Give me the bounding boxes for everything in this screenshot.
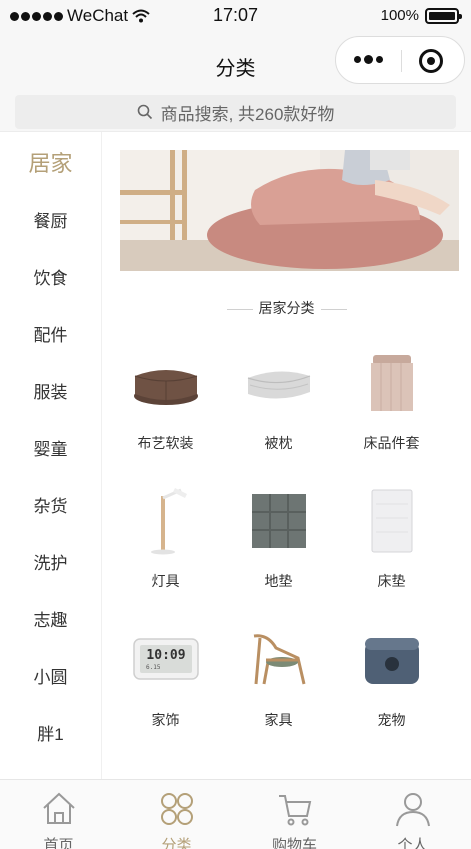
tab-category-label: 分类 bbox=[161, 837, 192, 849]
mini-program-capsule bbox=[335, 36, 465, 84]
lamp-icon bbox=[128, 483, 204, 559]
search-placeholder: 商品搜索, 共260款好物 bbox=[160, 104, 335, 124]
sidebar-item-food[interactable]: 饮食 bbox=[0, 264, 101, 289]
sidebar-item-clothing[interactable]: 服装 bbox=[0, 378, 101, 403]
tab-home[interactable]: 首页 bbox=[0, 780, 117, 849]
banner-image bbox=[120, 150, 459, 271]
battery-info: 100% bbox=[380, 7, 462, 24]
bedding-set-icon bbox=[354, 345, 430, 421]
sidebar-item-kitchen[interactable]: 餐厨 bbox=[0, 207, 101, 232]
sidebar-item-xiaoyuan[interactable]: 小圆 bbox=[0, 663, 101, 688]
category-item-decor[interactable]: 10:09 6.15 家饰 bbox=[109, 622, 222, 730]
category-sidebar: 居家 餐厨 饮食 配件 服装 婴童 杂货 洗护 志趣 小圆 胖1 bbox=[0, 132, 102, 779]
mattress-icon bbox=[354, 483, 430, 559]
tab-home-label: 首页 bbox=[43, 837, 74, 849]
search-area: 商品搜索, 共260款好物 bbox=[0, 92, 471, 132]
battery-percent: 100% bbox=[380, 7, 419, 24]
category-item-pet[interactable]: 宠物 bbox=[335, 622, 448, 730]
sidebar-item-baby[interactable]: 婴童 bbox=[0, 435, 101, 460]
close-mini-program-icon[interactable] bbox=[419, 49, 443, 73]
pouf-icon bbox=[128, 345, 204, 421]
divider-line bbox=[320, 308, 347, 310]
category-item-quilt[interactable]: 被枕 bbox=[222, 345, 335, 453]
capsule-divider bbox=[401, 50, 402, 72]
clock-display-date: 6.15 bbox=[146, 664, 161, 671]
tab-cart-label: 购物车 bbox=[271, 837, 317, 849]
clock-icon: 10:09 6.15 bbox=[128, 622, 204, 698]
sidebar-item-goods[interactable]: 杂货 bbox=[0, 492, 101, 517]
category-content: 居家分类 布艺软装 被枕 床品件套 灯具 地垫 床垫 10:09 6.15 家饰… bbox=[102, 132, 471, 779]
category-item-mattress[interactable]: 床垫 bbox=[335, 483, 448, 591]
section-title: 居家分类 bbox=[102, 298, 471, 318]
box-icon bbox=[241, 760, 317, 779]
battery-icon bbox=[425, 7, 462, 24]
category-item-bedding[interactable]: 床品件套 bbox=[335, 345, 448, 453]
category-item-partial[interactable] bbox=[222, 760, 335, 779]
category-item-lamp[interactable]: 灯具 bbox=[109, 483, 222, 591]
user-icon bbox=[396, 793, 430, 827]
sidebar-item-accessories[interactable]: 配件 bbox=[0, 321, 101, 346]
home-icon bbox=[43, 792, 75, 824]
tab-cart[interactable]: 购物车 bbox=[236, 780, 353, 849]
divider-line bbox=[226, 308, 253, 310]
tab-profile-label: 个人 bbox=[397, 837, 428, 849]
search-input[interactable]: 商品搜索, 共260款好物 bbox=[15, 95, 456, 129]
sidebar-item-care[interactable]: 洗护 bbox=[0, 549, 101, 574]
sidebar-item-hobby[interactable]: 志趣 bbox=[0, 606, 101, 631]
category-icon bbox=[161, 793, 193, 825]
category-item-floor-mat[interactable]: 地垫 bbox=[222, 483, 335, 591]
cart-icon bbox=[279, 795, 312, 826]
sidebar-item-home-living[interactable]: 居家 bbox=[0, 146, 101, 178]
navigation-bar: 分类 bbox=[0, 32, 471, 92]
category-item-fabric[interactable]: 布艺软装 bbox=[109, 345, 222, 453]
tab-profile[interactable]: 个人 bbox=[354, 780, 471, 849]
more-options-icon[interactable] bbox=[354, 55, 383, 64]
category-banner[interactable] bbox=[120, 150, 459, 271]
chair-icon bbox=[241, 622, 317, 698]
status-bar: WeChat 17:07 100% bbox=[0, 0, 471, 32]
quilt-icon bbox=[241, 345, 317, 421]
tab-bar: 首页 分类 购物车 个人 bbox=[0, 779, 471, 849]
category-item-partial[interactable] bbox=[109, 760, 222, 779]
category-item-furniture[interactable]: 家具 bbox=[222, 622, 335, 730]
clock-display-time: 10:09 bbox=[146, 648, 185, 663]
floor-mat-icon bbox=[241, 483, 317, 559]
toy-icon bbox=[128, 760, 204, 779]
tab-category[interactable]: 分类 bbox=[118, 780, 235, 849]
sidebar-item-pang1[interactable]: 胖1 bbox=[0, 720, 101, 745]
pet-house-icon bbox=[354, 622, 430, 698]
search-icon bbox=[137, 104, 152, 120]
